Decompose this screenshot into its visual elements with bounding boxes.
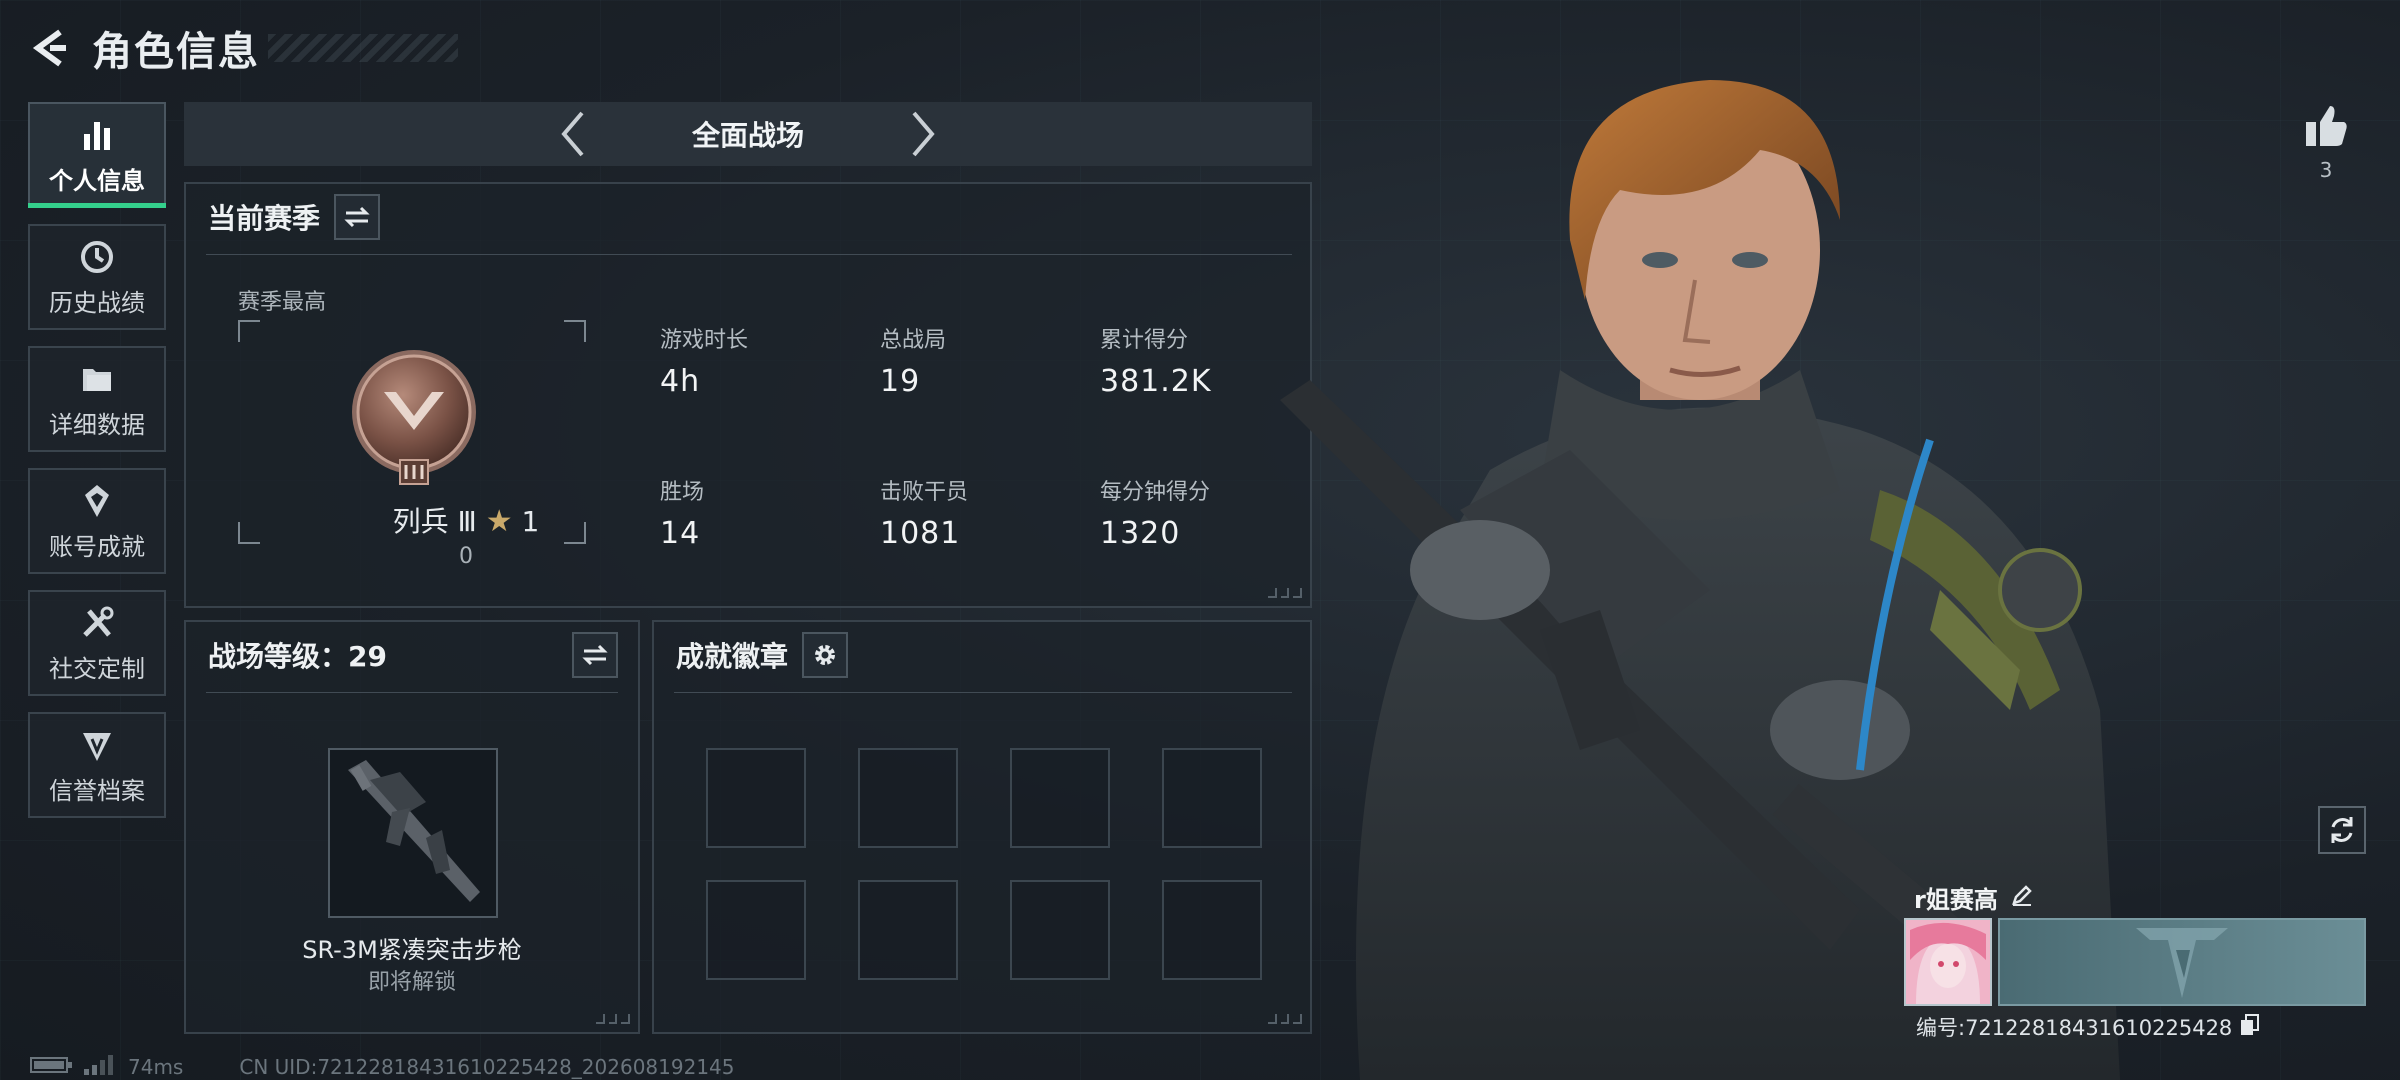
- sidebar-item-label: 历史战绩: [49, 288, 145, 317]
- chevron-right-icon: [912, 111, 935, 157]
- stat-value: 19: [880, 364, 921, 399]
- season-header: 当前赛季: [186, 184, 1310, 250]
- rank-badge-icon: [348, 348, 480, 492]
- badge-slot[interactable]: [706, 748, 806, 848]
- stat-label: 总战局: [880, 328, 947, 353]
- level-header: 战场等级：29: [186, 622, 638, 688]
- mode-next-button[interactable]: [893, 102, 953, 166]
- tools-icon: [77, 603, 117, 643]
- name-card[interactable]: [1998, 918, 2366, 1006]
- weapon-reward-slot[interactable]: [328, 748, 498, 918]
- achievement-header: 成就徽章: [654, 622, 1310, 688]
- stat-label: 击败干员: [880, 480, 969, 505]
- page-title: 角色信息: [92, 29, 260, 75]
- sidebar-item-history[interactable]: 历史战绩: [28, 224, 166, 330]
- stat-label: 胜场: [660, 480, 705, 505]
- level-title: 战场等级：29: [208, 640, 387, 673]
- battery-icon: [30, 1055, 74, 1079]
- player-name: r姐赛高: [1914, 886, 1998, 914]
- back-arrow-icon: [32, 29, 66, 67]
- achievement-panel: 成就徽章: [652, 620, 1312, 1034]
- level-switch-button[interactable]: [572, 632, 618, 678]
- weapon-name: SR-3M紧凑突击步枪: [302, 936, 522, 964]
- sidebar-item-detail-data[interactable]: 详细数据: [28, 346, 166, 452]
- sidebar-item-personal-info[interactable]: 个人信息: [28, 102, 166, 208]
- signal-icon: [84, 1054, 114, 1080]
- season-panel: 当前赛季 赛季最高 列兵 Ⅲ ★ 1 0 游戏时长 4h 总战局 19 累计得分…: [184, 182, 1312, 608]
- season-title: 当前赛季: [208, 202, 321, 235]
- season-switch-button[interactable]: [334, 194, 381, 240]
- like-count: 3: [2319, 158, 2333, 182]
- uid-text: CN UID:7212281843161022542​8_20260819214…: [239, 1055, 735, 1079]
- status-footer: 74ms CN UID:7212281843161022542​8_202608…: [30, 1054, 735, 1080]
- achievement-icon: [77, 481, 117, 521]
- player-name-row: r姐赛高: [1914, 880, 2034, 915]
- divider: [206, 254, 1292, 255]
- stat-label: 游戏时长: [660, 328, 749, 353]
- title-decoration: [268, 34, 458, 62]
- history-icon: [77, 237, 117, 277]
- sidebar: 个人信息 历史战绩 详细数据 账号成就 社交定制 信誉档案: [28, 102, 166, 834]
- divider: [206, 692, 618, 693]
- sidebar-item-label: 信誉档案: [49, 776, 145, 805]
- sidebar-item-social-custom[interactable]: 社交定制: [28, 590, 166, 696]
- refresh-icon: [2331, 817, 2353, 843]
- chevron-left-icon: [561, 111, 584, 157]
- stat-value: 14: [660, 516, 701, 551]
- rotate-model-button[interactable]: [2318, 806, 2366, 854]
- rank-name: 列兵 Ⅲ ★ 1: [336, 500, 596, 540]
- player-id: 编号:7212281843161022542​8: [1916, 1016, 2233, 1040]
- header: 角色信息: [28, 20, 260, 76]
- back-button[interactable]: [28, 26, 72, 70]
- badge-slot[interactable]: [706, 880, 806, 980]
- stat-wins: 胜场 14: [660, 474, 860, 551]
- weapon-status: 即将解锁: [367, 970, 456, 995]
- achievement-title: 成就徽章: [676, 640, 789, 673]
- badge-slot[interactable]: [1010, 880, 1110, 980]
- badge-slot[interactable]: [858, 880, 958, 980]
- sidebar-item-achievements[interactable]: 账号成就: [28, 468, 166, 574]
- reputation-icon: [77, 725, 117, 765]
- stat-total-matches: 总战局 19: [880, 322, 1080, 399]
- rank-title: 列兵 Ⅲ: [392, 505, 477, 538]
- ping-value: 74ms: [128, 1055, 184, 1079]
- sidebar-item-label: 详细数据: [49, 410, 145, 439]
- gear-icon: [815, 645, 836, 665]
- divider: [674, 692, 1292, 693]
- rank-points: 0: [459, 544, 473, 569]
- bar-chart-icon: [77, 115, 117, 155]
- mode-switcher: 全面战场: [184, 102, 1312, 166]
- stat-value: 1081: [880, 516, 961, 551]
- season-best-label: 赛季最高: [238, 290, 327, 315]
- thumbs-up-icon: [2306, 106, 2347, 146]
- folder-icon: [77, 359, 117, 399]
- rank-stars: 1: [521, 505, 540, 538]
- like-button[interactable]: [2296, 96, 2356, 156]
- avatar[interactable]: [1904, 918, 1992, 1006]
- player-id-row: 编号:7212281843161022542​8: [1916, 1012, 2260, 1042]
- emblem-icon: [2136, 928, 2228, 998]
- mode-prev-button[interactable]: [543, 102, 603, 166]
- stat-kills: 击败干员 1081: [880, 474, 1080, 551]
- swap-icon: [344, 206, 370, 228]
- sidebar-item-label: 个人信息: [49, 166, 145, 195]
- rifle-icon: [348, 760, 480, 902]
- stat-play-time: 游戏时长 4h: [660, 322, 860, 399]
- edit-icon[interactable]: [2010, 883, 2034, 913]
- sidebar-item-label: 账号成就: [49, 532, 145, 561]
- mode-title: 全面战场: [691, 119, 804, 152]
- badge-slot[interactable]: [1010, 748, 1110, 848]
- swap-icon: [582, 644, 608, 666]
- corner-decoration: [596, 1014, 631, 1024]
- achievement-settings-button[interactable]: [802, 632, 849, 678]
- sidebar-item-label: 社交定制: [49, 654, 145, 683]
- sidebar-item-reputation[interactable]: 信誉档案: [28, 712, 166, 818]
- copy-icon[interactable]: [2240, 1013, 2260, 1041]
- battlefield-level-panel: 战场等级：29 SR-3M紧凑突击步枪 即将解锁: [184, 620, 640, 1034]
- stat-value: 4h: [660, 364, 701, 399]
- star-icon: ★: [485, 504, 513, 539]
- badge-slot[interactable]: [858, 748, 958, 848]
